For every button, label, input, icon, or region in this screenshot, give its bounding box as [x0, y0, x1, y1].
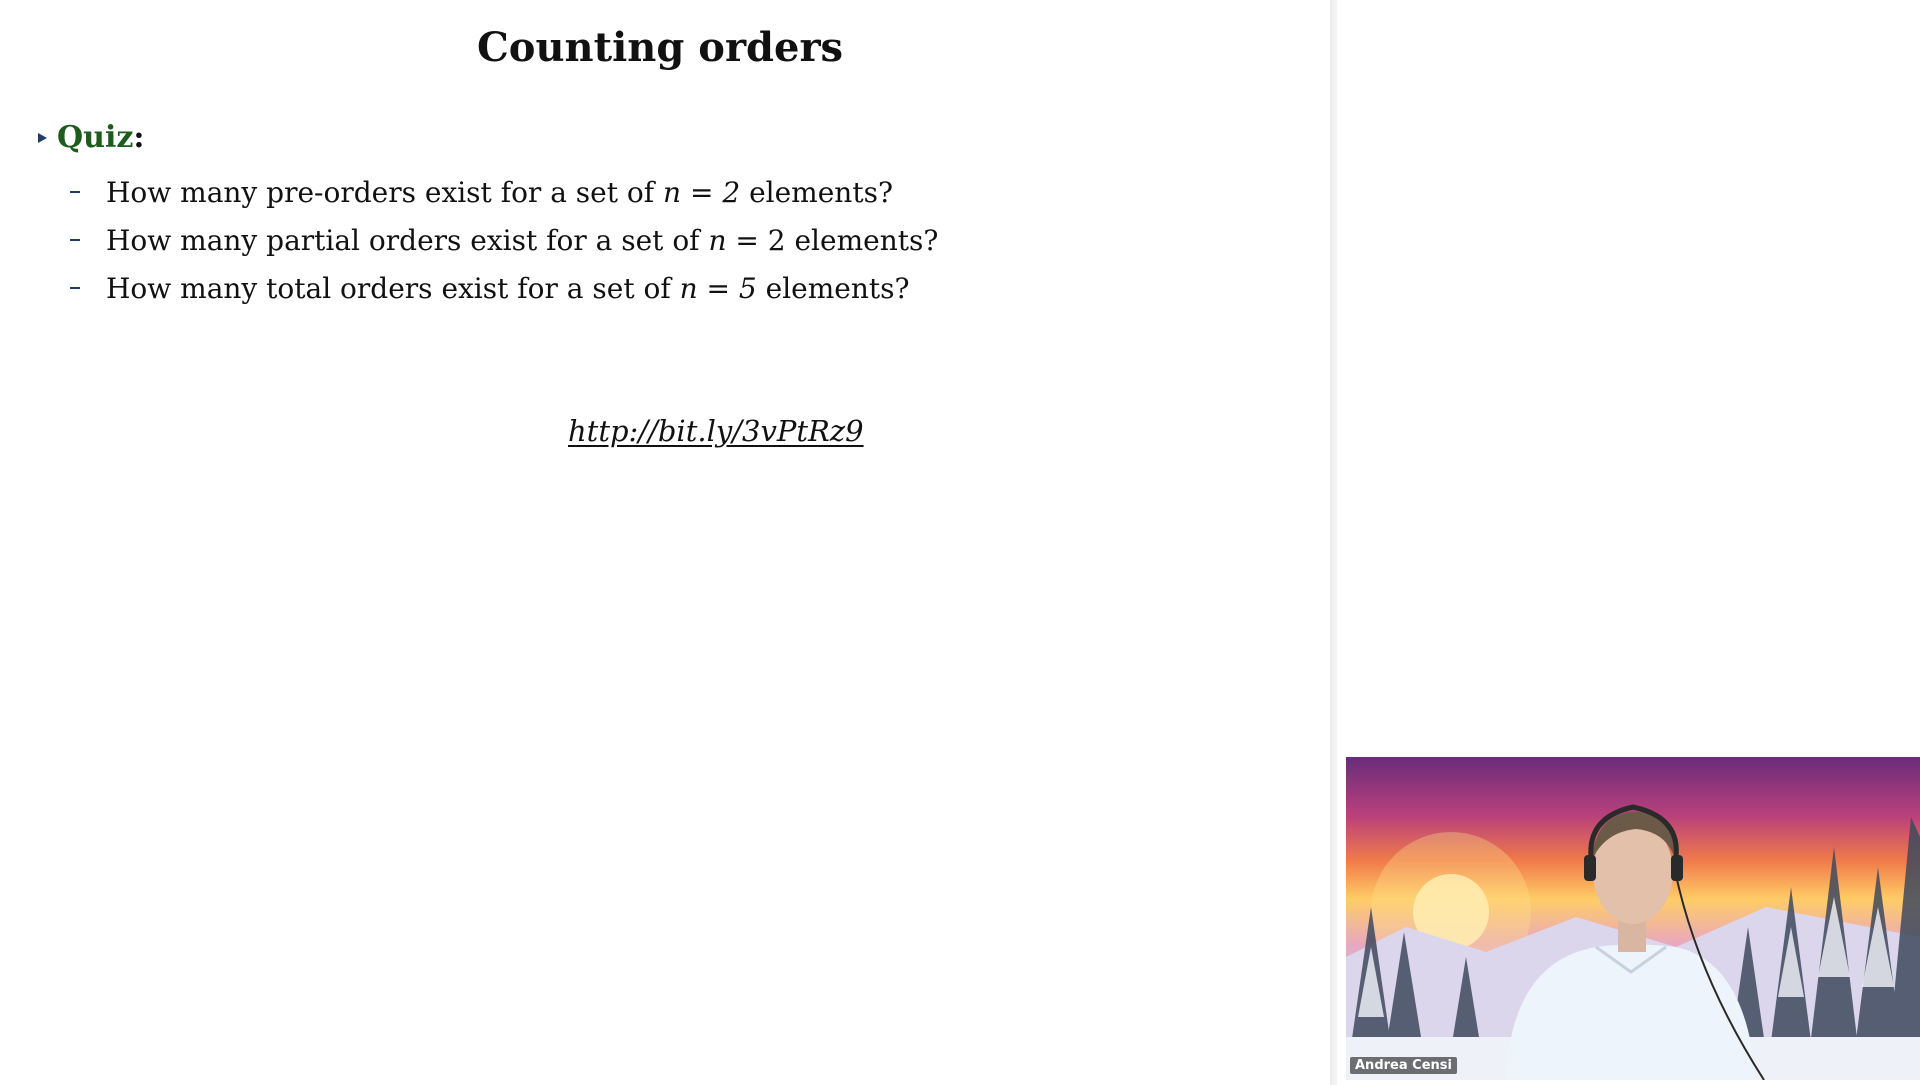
dash-bullet-icon [70, 191, 80, 193]
quiz-link[interactable]: http://bit.ly/3vPtRz9 [568, 414, 864, 448]
question-text: How many total orders exist for a set of… [106, 272, 910, 305]
question-prefix: How many pre-orders exist for a set of [106, 175, 664, 209]
math-equals: = [681, 175, 723, 209]
question-item: How many total orders exist for a set of… [68, 264, 938, 312]
question-prefix: How many partial orders exist for a set … [106, 223, 709, 257]
panel-divider [1330, 0, 1337, 1085]
webcam-video: Andrea Censi [1346, 757, 1920, 1080]
question-suffix: elements? [740, 175, 893, 209]
math-equals: = [697, 271, 739, 305]
question-item: How many partial orders exist for a set … [68, 216, 938, 264]
participant-name-tag: Andrea Censi [1350, 1057, 1457, 1074]
math-number: 5 [738, 271, 757, 305]
quiz-label: Quiz [57, 120, 134, 155]
question-suffix: elements? [785, 223, 939, 257]
math-number: 2 [767, 223, 786, 257]
slide-title: Counting orders [476, 24, 844, 71]
dash-bullet-icon [70, 287, 80, 289]
question-suffix: elements? [756, 271, 910, 305]
slide: Counting orders Quiz : How many pre-orde… [0, 0, 1330, 1080]
math-variable: n [708, 223, 727, 257]
math-variable: n [679, 271, 698, 305]
math-equals: = [726, 223, 768, 257]
triangle-bullet-icon [38, 133, 47, 143]
question-prefix: How many total orders exist for a set of [106, 271, 680, 305]
question-item: How many pre-orders exist for a set of n… [68, 168, 938, 216]
question-text: How many partial orders exist for a set … [106, 224, 938, 257]
quiz-colon: : [133, 120, 145, 155]
math-variable: n [663, 175, 682, 209]
question-text: How many pre-orders exist for a set of n… [106, 176, 893, 209]
dash-bullet-icon [70, 239, 80, 241]
quiz-heading: Quiz : [38, 118, 144, 158]
math-number: 2 [722, 175, 741, 209]
question-list: How many pre-orders exist for a set of n… [68, 168, 938, 312]
webcam-scene [1346, 804, 1920, 1080]
